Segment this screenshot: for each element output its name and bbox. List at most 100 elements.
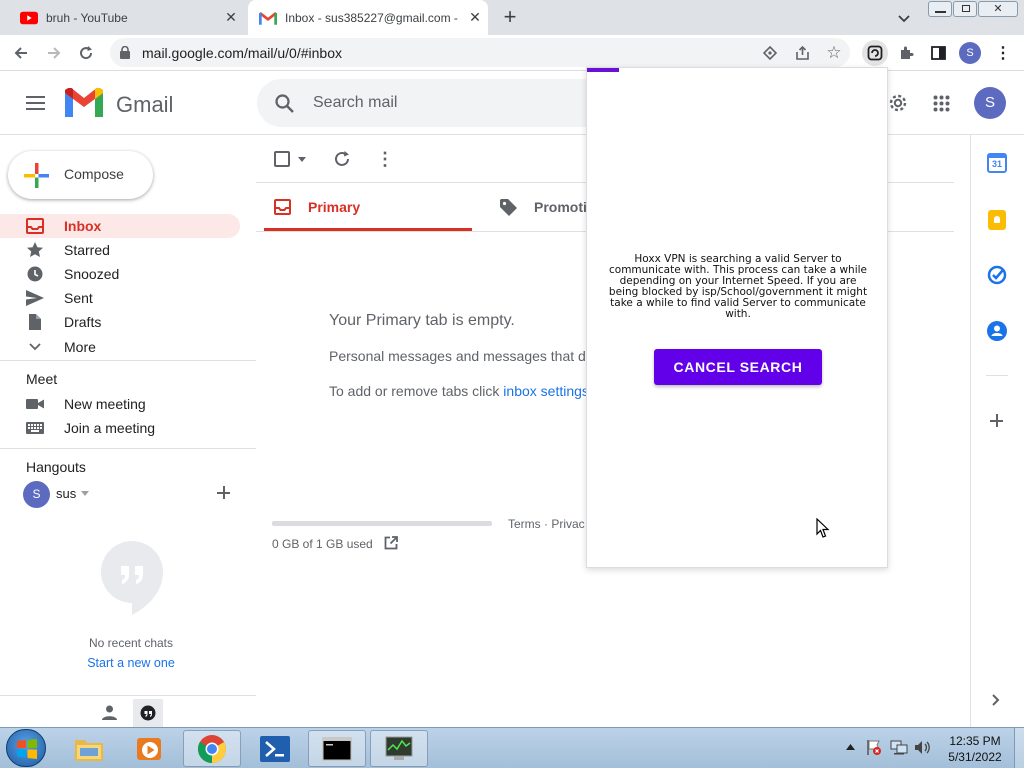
storage-bar (272, 521, 492, 526)
sidebar-item-inbox[interactable]: Inbox (0, 214, 240, 238)
chrome-icon (198, 734, 226, 763)
select-dropdown-icon[interactable] (298, 157, 306, 162)
forward-icon[interactable] (43, 42, 65, 64)
search-icon[interactable] (275, 94, 294, 113)
tab-gmail[interactable]: Inbox - sus385227@gmail.com - ✕ (248, 0, 488, 35)
minimize-icon[interactable] (928, 1, 952, 17)
hangouts-avatar: S (23, 481, 50, 508)
new-tab-button[interactable]: + (500, 5, 520, 29)
vpn-progress-bar (587, 68, 619, 72)
empty-inbox-title: Your Primary tab is empty. (329, 312, 515, 329)
keyboard-icon (26, 422, 44, 434)
media-player-icon (137, 737, 161, 760)
clock[interactable]: 12:35 PM 5/31/2022 (935, 733, 1015, 765)
search-bar[interactable]: Search mail (257, 79, 587, 127)
tab-close-icon[interactable]: ✕ (224, 10, 238, 24)
windows-taskbar: 12:35 PM 5/31/2022 (0, 727, 1024, 768)
main-menu-icon[interactable] (26, 95, 46, 111)
calendar-icon[interactable]: 31 (987, 153, 1007, 173)
show-desktop-button[interactable] (1014, 728, 1024, 768)
reload-icon[interactable] (75, 42, 97, 64)
hoxx-vpn-popup: Hoxx VPN is searching a valid Server to … (586, 67, 888, 568)
taskbar-chrome[interactable] (183, 730, 241, 767)
cancel-search-button[interactable]: CANCEL SEARCH (654, 349, 822, 385)
draft-file-icon (29, 314, 41, 330)
action-center-flag-icon[interactable] (866, 739, 882, 756)
join-meeting-link[interactable]: Join a meeting (0, 416, 240, 440)
hangouts-user-name: sus (56, 486, 77, 501)
taskbar-explorer[interactable] (60, 730, 118, 767)
taskbar-media-player[interactable] (120, 730, 178, 767)
vpn-status-message: Hoxx VPN is searching a valid Server to … (608, 253, 868, 320)
inbox-settings-link[interactable]: inbox settings (503, 383, 587, 399)
contacts-person-icon[interactable] (102, 705, 117, 720)
sidebar-item-snoozed[interactable]: Snoozed (0, 262, 240, 286)
network-icon[interactable] (890, 739, 908, 756)
search-input[interactable]: Search mail (313, 94, 397, 112)
no-recent-chats: No recent chats (88, 636, 174, 650)
start-new-chat-link[interactable]: Start a new one (0, 656, 262, 670)
get-addons-plus-icon[interactable] (989, 413, 1005, 429)
sidebar-item-more[interactable]: More (0, 335, 240, 359)
add-hangout-icon[interactable] (216, 485, 232, 501)
hangouts-user[interactable]: S sus (23, 481, 103, 508)
keep-icon[interactable] (988, 210, 1006, 230)
inbox-icon (26, 218, 44, 234)
empty-inbox-line2: To add or remove tabs click inbox settin… (329, 383, 587, 399)
side-panel-icon[interactable] (927, 42, 949, 64)
folder-icon (75, 739, 103, 761)
address-bar[interactable]: mail.google.com/mail/u/0/#inbox ☆ (110, 38, 850, 67)
tab-promotions[interactable]: Promoti (490, 183, 586, 231)
calendar-day: 31 (991, 159, 1002, 169)
compose-button[interactable]: Compose (8, 151, 153, 199)
gmail-logo-icon[interactable] (65, 88, 103, 117)
show-hidden-icons[interactable] (846, 744, 855, 750)
tasks-icon[interactable] (987, 265, 1007, 285)
new-meeting-label: New meeting (64, 396, 146, 412)
bookmark-star-icon[interactable]: ☆ (823, 42, 845, 64)
browser-toolbar: mail.google.com/mail/u/0/#inbox ☆ S ⋮ (0, 35, 1024, 71)
footer-links[interactable]: Terms · Privac (508, 517, 586, 531)
back-icon[interactable] (10, 42, 32, 64)
share-icon[interactable] (791, 42, 813, 64)
select-all-checkbox[interactable] (274, 151, 290, 167)
caret-down-icon (81, 491, 89, 496)
sidebar-item-drafts[interactable]: Drafts (0, 310, 240, 334)
hoxx-vpn-extension-icon[interactable] (862, 40, 888, 66)
install-icon[interactable] (759, 42, 781, 64)
more-actions-icon[interactable]: ⋮ (376, 150, 394, 168)
tab-search-icon[interactable] (897, 11, 911, 25)
empty-inbox-line2-text: To add or remove tabs click (329, 383, 504, 399)
sidebar-divider (0, 360, 256, 361)
sidebar-item-sent[interactable]: Sent (0, 286, 240, 310)
send-icon (26, 290, 44, 306)
extensions-puzzle-icon[interactable] (895, 42, 917, 64)
tab-close-icon[interactable]: ✕ (468, 10, 482, 24)
taskbar-command-prompt[interactable] (308, 730, 366, 767)
volume-icon[interactable] (914, 740, 931, 755)
powershell-icon (260, 735, 290, 762)
tab-primary[interactable]: Primary (264, 183, 472, 231)
meet-heading: Meet (26, 371, 58, 387)
hide-panel-chevron-icon[interactable] (991, 693, 1000, 707)
apps-grid-icon[interactable] (933, 95, 950, 112)
contacts-icon[interactable] (987, 321, 1007, 341)
hangouts-tab-icon[interactable] (133, 699, 163, 727)
new-meeting-link[interactable]: New meeting (0, 392, 240, 416)
close-window-icon[interactable]: ✕ (978, 1, 1018, 17)
refresh-icon[interactable] (333, 150, 351, 168)
sidebar-item-starred[interactable]: Starred (0, 238, 240, 262)
task-manager-icon (385, 736, 413, 760)
taskbar-task-manager[interactable] (370, 730, 428, 767)
taskbar-powershell[interactable] (246, 730, 304, 767)
browser-menu-icon[interactable]: ⋮ (992, 42, 1014, 64)
browser-tab-strip: bruh - YouTube ✕ Inbox - sus385227@gmail… (0, 0, 1024, 35)
open-in-new-icon[interactable] (384, 536, 398, 550)
settings-gear-icon[interactable] (887, 92, 909, 114)
account-avatar[interactable]: S (974, 87, 1006, 119)
start-button[interactable] (6, 729, 46, 767)
tab-youtube[interactable]: bruh - YouTube ✕ (12, 0, 244, 35)
restore-icon[interactable] (953, 1, 977, 17)
profile-avatar[interactable]: S (959, 42, 981, 64)
sidebar-item-label: Drafts (64, 314, 102, 330)
